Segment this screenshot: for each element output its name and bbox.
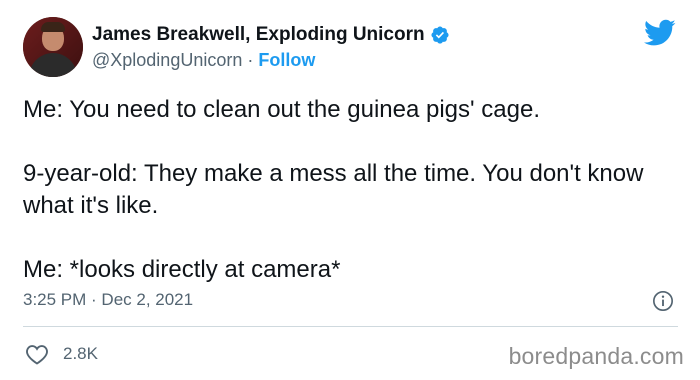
- tweet-card: James Breakwell, Exploding Unicorn @Xplo…: [0, 0, 700, 380]
- author-handle-row: @XplodingUnicorn · Follow: [92, 50, 315, 71]
- info-icon[interactable]: [652, 290, 674, 312]
- like-action[interactable]: 2.8K: [25, 343, 98, 365]
- author-display-name[interactable]: James Breakwell, Exploding Unicorn: [92, 24, 425, 46]
- author-name-row: James Breakwell, Exploding Unicorn: [92, 24, 450, 46]
- tweet-timestamp[interactable]: 3:25 PM · Dec 2, 2021: [23, 290, 193, 310]
- divider: [23, 326, 678, 327]
- avatar[interactable]: [23, 17, 83, 77]
- tweet-text: Me: You need to clean out the guinea pig…: [23, 94, 678, 286]
- handle-separator: ·: [247, 50, 254, 70]
- verified-badge-icon: [431, 26, 449, 44]
- author-handle[interactable]: @XplodingUnicorn: [92, 50, 242, 70]
- follow-button[interactable]: Follow: [258, 50, 315, 70]
- like-count: 2.8K: [63, 344, 98, 363]
- twitter-bird-icon[interactable]: [644, 19, 676, 47]
- avatar-hair: [41, 22, 65, 32]
- tweet-line: Me: *looks directly at camera*: [23, 256, 341, 283]
- tweet-line: 9-year-old: They make a mess all the tim…: [23, 160, 644, 219]
- boredpanda-watermark: boredpanda.com: [508, 343, 684, 369]
- tweet-line: Me: You need to clean out the guinea pig…: [23, 96, 540, 123]
- heart-icon[interactable]: [25, 343, 49, 365]
